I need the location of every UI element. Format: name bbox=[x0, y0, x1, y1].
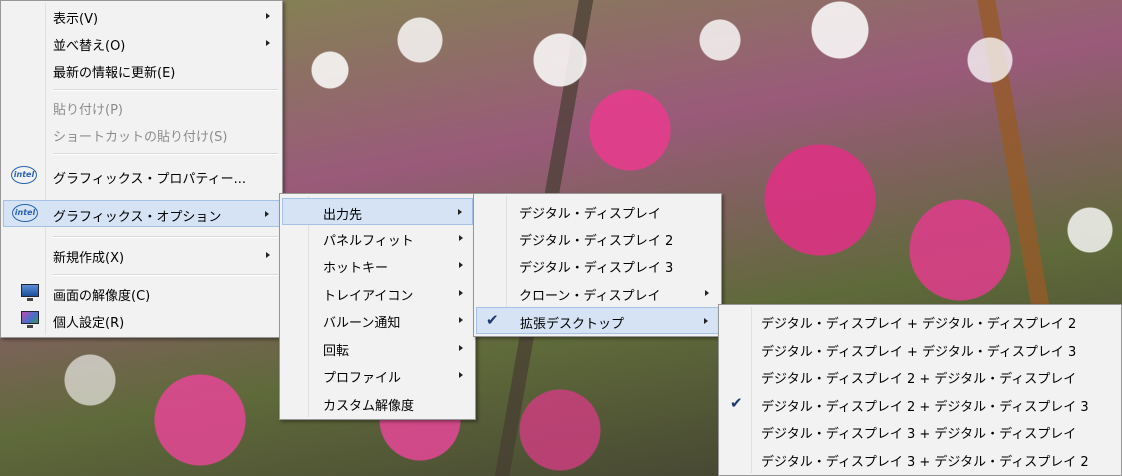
display-monitor-icon bbox=[21, 284, 39, 301]
menu-item-label: 出力先 bbox=[323, 208, 363, 223]
menu-item-digital-display-3[interactable]: デジタル・ディスプレイ 3 bbox=[476, 252, 719, 279]
menu-item-label: 貼り付け(P) bbox=[53, 103, 123, 118]
submenu-arrow-icon bbox=[458, 209, 462, 215]
submenu-arrow-icon bbox=[704, 318, 708, 324]
desktop-context-menu: 表示(V) 並べ替え(O) 最新の情報に更新(E) 貼り付け(P) ショートカッ… bbox=[0, 0, 283, 338]
submenu-arrow-icon bbox=[459, 262, 463, 268]
submenu-arrow-icon bbox=[266, 40, 270, 46]
extended-desktop-submenu: デジタル・ディスプレイ + デジタル・ディスプレイ 2 デジタル・ディスプレイ … bbox=[718, 304, 1122, 476]
menu-item-digital-display[interactable]: デジタル・ディスプレイ bbox=[476, 198, 719, 225]
menu-item-personalize[interactable]: 個人設定(R) bbox=[3, 307, 280, 334]
menu-item-label: デジタル・ディスプレイ bbox=[519, 207, 661, 222]
menu-item-label: デジタル・ディスプレイ 2 bbox=[519, 234, 674, 249]
menu-item-tray-icon[interactable]: トレイアイコン bbox=[282, 280, 473, 307]
menu-item-label: 並べ替え(O) bbox=[53, 39, 126, 54]
menu-item-label: デジタル・ディスプレイ 3 bbox=[519, 261, 674, 276]
menu-separator bbox=[53, 153, 278, 155]
menu-item-digital-display-2[interactable]: デジタル・ディスプレイ 2 bbox=[476, 225, 719, 252]
menu-item-paste-shortcut[interactable]: ショートカットの貼り付け(S) bbox=[3, 121, 280, 148]
menu-item-ext-1-3[interactable]: デジタル・ディスプレイ + デジタル・ディスプレイ 3 bbox=[721, 336, 1119, 363]
menu-item-graphics-properties[interactable]: intel グラフィックス・プロパティー... bbox=[3, 163, 280, 190]
menu-item-clone-display[interactable]: クローン・ディスプレイ bbox=[476, 280, 719, 307]
submenu-arrow-icon bbox=[705, 290, 709, 296]
menu-item-label: グラフィックス・オプション bbox=[53, 210, 222, 225]
submenu-arrow-icon bbox=[459, 235, 463, 241]
menu-item-ext-2-3[interactable]: ✔ デジタル・ディスプレイ 2 + デジタル・ディスプレイ 3 bbox=[721, 391, 1119, 418]
menu-item-ext-2-1[interactable]: デジタル・ディスプレイ 2 + デジタル・ディスプレイ bbox=[721, 363, 1119, 390]
menu-item-new[interactable]: 新規作成(X) bbox=[3, 242, 280, 269]
output-destination-submenu: デジタル・ディスプレイ デジタル・ディスプレイ 2 デジタル・ディスプレイ 3 … bbox=[473, 193, 722, 337]
checkmark-icon: ✔ bbox=[486, 311, 499, 329]
menu-item-paste[interactable]: 貼り付け(P) bbox=[3, 94, 280, 121]
menu-item-refresh[interactable]: 最新の情報に更新(E) bbox=[3, 57, 280, 84]
menu-item-label: パネルフィット bbox=[323, 234, 414, 249]
intel-logo-icon: intel bbox=[12, 204, 38, 222]
menu-item-label: 回転 bbox=[323, 344, 350, 359]
menu-item-label: バルーン通知 bbox=[323, 316, 401, 331]
submenu-arrow-icon bbox=[459, 317, 463, 323]
menu-item-label: カスタム解像度 bbox=[323, 399, 415, 414]
menu-item-ext-1-2[interactable]: デジタル・ディスプレイ + デジタル・ディスプレイ 2 bbox=[721, 308, 1119, 335]
submenu-arrow-icon bbox=[266, 13, 270, 19]
menu-item-label: デジタル・ディスプレイ 3 + デジタル・ディスプレイ bbox=[761, 427, 1077, 442]
menu-item-profile[interactable]: プロファイル bbox=[282, 362, 473, 389]
menu-item-custom-resolution[interactable]: カスタム解像度 bbox=[282, 390, 473, 417]
intel-logo-icon: intel bbox=[11, 166, 37, 184]
graphics-options-submenu: 出力先 パネルフィット ホットキー トレイアイコン バルーン通知 回転 プロファ… bbox=[279, 193, 476, 420]
menu-item-label: トレイアイコン bbox=[323, 289, 414, 304]
menu-item-rotation[interactable]: 回転 bbox=[282, 335, 473, 362]
menu-item-sort[interactable]: 並べ替え(O) bbox=[3, 30, 280, 57]
menu-item-label: グラフィックス・プロパティー... bbox=[53, 172, 246, 187]
menu-separator bbox=[53, 89, 278, 91]
menu-item-hotkeys[interactable]: ホットキー bbox=[282, 252, 473, 279]
menu-item-label: デジタル・ディスプレイ 2 + デジタル・ディスプレイ bbox=[761, 372, 1077, 387]
submenu-arrow-icon bbox=[459, 290, 463, 296]
menu-item-label: デジタル・ディスプレイ + デジタル・ディスプレイ 2 bbox=[761, 317, 1077, 332]
menu-item-label: クローン・ディスプレイ bbox=[519, 289, 661, 304]
menu-item-view[interactable]: 表示(V) bbox=[3, 3, 280, 30]
menu-item-label: プロファイル bbox=[323, 371, 402, 386]
submenu-arrow-icon bbox=[266, 252, 270, 258]
menu-item-label: デジタル・ディスプレイ + デジタル・ディスプレイ 3 bbox=[761, 345, 1077, 360]
menu-item-label: 画面の解像度(C) bbox=[53, 289, 151, 304]
menu-item-graphics-options[interactable]: intel グラフィックス・オプション bbox=[3, 200, 280, 227]
checkmark-icon: ✔ bbox=[730, 394, 743, 412]
menu-item-label: デジタル・ディスプレイ 3 + デジタル・ディスプレイ 2 bbox=[761, 455, 1089, 470]
menu-item-label: 表示(V) bbox=[53, 12, 99, 27]
menu-item-ext-3-2[interactable]: デジタル・ディスプレイ 3 + デジタル・ディスプレイ 2 bbox=[721, 446, 1119, 473]
submenu-arrow-icon bbox=[459, 372, 463, 378]
menu-item-output-destination[interactable]: 出力先 bbox=[282, 198, 473, 225]
menu-item-panel-fit[interactable]: パネルフィット bbox=[282, 225, 473, 252]
menu-item-label: 最新の情報に更新(E) bbox=[53, 66, 176, 81]
submenu-arrow-icon bbox=[459, 345, 463, 351]
menu-separator bbox=[53, 236, 278, 238]
menu-item-label: ショートカットの貼り付け(S) bbox=[53, 130, 228, 145]
personalize-monitor-icon bbox=[21, 311, 39, 328]
menu-item-extended-desktop[interactable]: ✔ 拡張デスクトップ bbox=[476, 307, 719, 334]
menu-item-label: デジタル・ディスプレイ 2 + デジタル・ディスプレイ 3 bbox=[761, 400, 1089, 415]
submenu-arrow-icon bbox=[265, 211, 269, 217]
menu-item-label: 拡張デスクトップ bbox=[520, 317, 625, 332]
menu-item-label: 新規作成(X) bbox=[53, 251, 125, 266]
menu-item-balloon-notification[interactable]: バルーン通知 bbox=[282, 307, 473, 334]
menu-item-label: 個人設定(R) bbox=[53, 316, 125, 331]
menu-separator bbox=[53, 274, 278, 276]
menu-item-ext-3-1[interactable]: デジタル・ディスプレイ 3 + デジタル・ディスプレイ bbox=[721, 418, 1119, 445]
menu-item-label: ホットキー bbox=[323, 261, 389, 276]
menu-item-screen-resolution[interactable]: 画面の解像度(C) bbox=[3, 280, 280, 307]
